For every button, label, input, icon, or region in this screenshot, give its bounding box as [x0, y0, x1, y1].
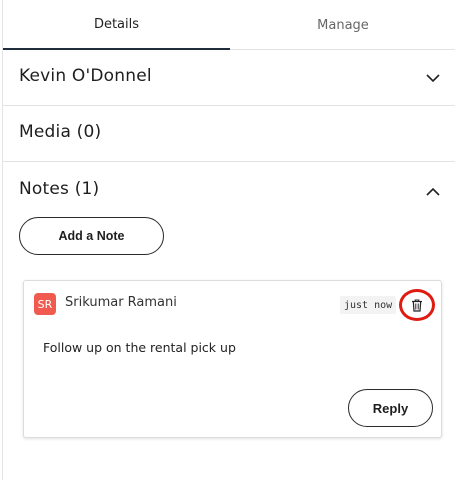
- chevron-down-icon[interactable]: [426, 71, 440, 85]
- details-panel: Details Manage Kevin O'Donnel Media (0) …: [2, 0, 455, 480]
- chevron-up-icon[interactable]: [426, 185, 440, 199]
- tab-bar: Details Manage: [3, 0, 455, 50]
- trash-icon: [412, 298, 422, 312]
- contact-section-header[interactable]: Kevin O'Donnel: [3, 50, 455, 106]
- note-timestamp: just now: [340, 296, 397, 314]
- tab-details[interactable]: Details: [3, 0, 230, 50]
- add-note-button[interactable]: Add a Note: [19, 217, 164, 255]
- avatar: SR: [34, 293, 56, 315]
- note-text: Follow up on the rental pick up: [43, 340, 236, 355]
- notes-title: Notes (1): [19, 179, 100, 199]
- tab-manage[interactable]: Manage: [230, 0, 455, 50]
- reply-button[interactable]: Reply: [348, 389, 433, 427]
- note-author: Srikumar Ramani: [65, 295, 177, 310]
- delete-note-button[interactable]: [399, 289, 435, 321]
- contact-name: Kevin O'Donnel: [19, 66, 152, 86]
- media-title: Media (0): [19, 122, 102, 142]
- media-section-header[interactable]: Media (0): [3, 106, 455, 162]
- notes-section-header[interactable]: Notes (1): [3, 162, 455, 212]
- note-card: SR Srikumar Ramani just now Follow up on…: [23, 280, 442, 438]
